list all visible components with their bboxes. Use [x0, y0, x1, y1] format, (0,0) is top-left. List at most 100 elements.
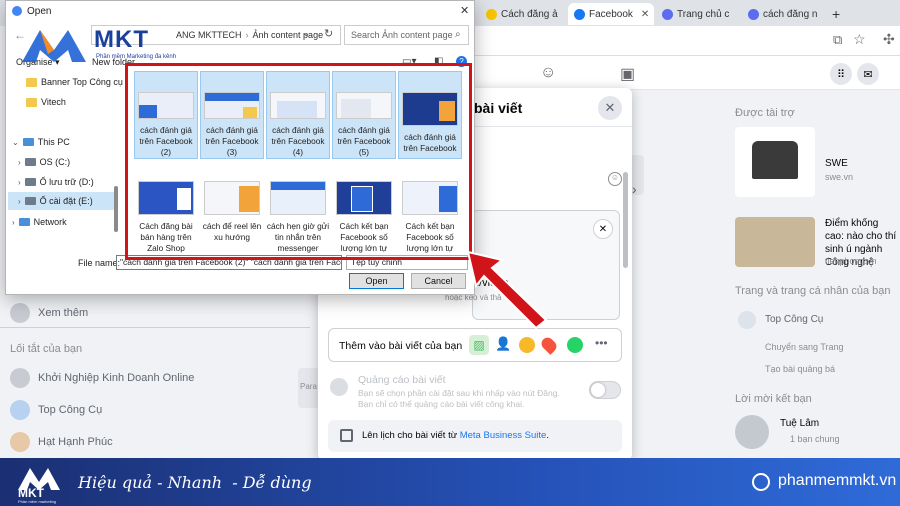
facebook-favicon-icon [574, 8, 585, 20]
browser-tab[interactable]: Cách đăng ả [480, 3, 566, 25]
extensions-icon[interactable]: ✣ [883, 31, 895, 48]
menu-grid-icon[interactable]: ⠿ [830, 63, 852, 85]
page-name[interactable]: Top Công Cụ [765, 313, 823, 326]
drive-icon [24, 158, 36, 166]
chrome-icon [12, 6, 22, 16]
chevron-right-icon: › [18, 196, 21, 206]
pages-heading: Trang và trang cá nhân của bạn [735, 285, 891, 297]
close-icon[interactable]: ✕ [460, 4, 469, 17]
tshirt-icon [752, 141, 798, 179]
tab-label: Trang chủ c [677, 8, 730, 20]
chevron-down-icon[interactable]: ⌄ [302, 28, 310, 39]
close-icon[interactable]: ✕ [593, 219, 613, 239]
file-name-label: File name: [78, 258, 121, 268]
schedule-suffix: . [546, 430, 549, 441]
shortcut-label: Top Công Cụ [38, 404, 103, 416]
friends-icon[interactable]: ☺ [540, 64, 556, 82]
feeling-icon[interactable] [519, 337, 535, 353]
chevron-right-icon[interactable]: › [632, 181, 637, 197]
shortcut-item[interactable]: Hạt Hạnh Phúc [10, 432, 113, 452]
open-button[interactable]: Open [349, 273, 404, 289]
tab-label: cách đăng n [763, 8, 818, 20]
banner-website[interactable]: phanmemmkt.vn [778, 472, 896, 490]
photo-icon[interactable]: ▨ [469, 335, 489, 355]
boost-title: Quảng cáo bài viết [358, 374, 446, 386]
new-tab-button[interactable]: + [826, 3, 846, 25]
ad-title[interactable]: SWE [825, 157, 848, 170]
meta-business-suite-link[interactable]: Meta Business Suite [460, 430, 547, 441]
tree-label: Ổ lưu trữ (D:) [39, 177, 94, 187]
banner-logo-text: MKT [18, 486, 44, 500]
tree-item[interactable]: ⌄ This PC [12, 137, 70, 147]
dialog-close-icon[interactable]: ✕ [598, 96, 622, 120]
path-segment[interactable]: Ảnh content page [253, 30, 324, 40]
avatar[interactable] [735, 415, 769, 449]
tree-item[interactable]: Banner Top Công cụ [26, 77, 123, 87]
search-input[interactable]: Search Ảnh content page ⌕ [344, 25, 469, 45]
see-more-label: Xem thêm [38, 307, 89, 319]
chevron-down-icon: ⌄ [12, 137, 19, 147]
avatar [10, 400, 30, 420]
cancel-button[interactable]: Cancel [411, 273, 466, 289]
tag-people-icon[interactable]: 👤 [495, 336, 511, 352]
more-icon[interactable]: ••• [595, 336, 608, 350]
switch-page-link[interactable]: Chuyển sang Trang [765, 341, 844, 354]
scrollbar[interactable] [114, 186, 118, 232]
schedule-prefix: Lên lịch cho bài viết từ [362, 430, 460, 441]
schedule-text: Lên lịch cho bài viết từ Meta Business S… [362, 430, 549, 441]
refresh-icon[interactable]: ↻ [324, 27, 333, 40]
location-icon[interactable] [539, 335, 559, 355]
dialog-title: bài viết [474, 100, 523, 116]
tree-item[interactable]: Vitech [26, 97, 66, 107]
tree-item[interactable]: › Ổ lưu trữ (D:) [18, 177, 94, 187]
tree-label: Network [33, 217, 67, 227]
page-avatar [738, 311, 756, 329]
tab-favicon-icon [662, 8, 673, 20]
plus-icon: + [832, 6, 841, 22]
toggle-knob [591, 383, 605, 397]
browser-tab[interactable]: Trang chủ c [656, 3, 740, 25]
emoji-icon[interactable]: ☺ [608, 172, 622, 186]
address-bar-area: ⧉ ☆ ✣ [475, 26, 900, 56]
chevron-right-icon: › [18, 177, 21, 187]
ad-domain: swe.vn [825, 172, 854, 182]
friend-name[interactable]: Tuệ Lâm [780, 417, 819, 430]
fb-left-column: Xem thêm Lối tắt của bạn Khởi Nghiệp Kin… [0, 295, 318, 458]
globe-icon [752, 473, 770, 491]
boost-toggle[interactable] [589, 381, 621, 399]
facebook-top-nav: ☺ ▣ ⠿ ✉ [475, 56, 900, 90]
tree-label: This PC [37, 137, 70, 147]
red-arrow-icon [466, 250, 548, 330]
cast-icon[interactable]: ⧉ [833, 32, 842, 48]
shortcut-label: Hạt Hạnh Phúc [38, 436, 113, 448]
messenger-icon[interactable]: ✉ [857, 63, 879, 85]
whatsapp-icon[interactable] [567, 337, 583, 353]
browser-tab-active[interactable]: Facebook ✕ [568, 3, 654, 25]
tab-favicon-icon [748, 8, 759, 20]
tree-item-selected[interactable]: › Ổ cài đặt (E:) [8, 192, 116, 210]
network-icon [18, 218, 30, 226]
tree-item[interactable]: › Network [12, 217, 67, 227]
tab-label: Cách đăng ả [501, 8, 558, 20]
path-segment[interactable]: ANG MKTTECH [176, 30, 242, 40]
bottom-banner: MKT Phần mềm marketing Hiệu quả - Nhanh … [0, 458, 900, 506]
shortcut-item[interactable]: Khởi Nghiệp Kinh Doanh Online [10, 368, 194, 388]
browser-tab[interactable]: cách đăng n [742, 3, 822, 25]
scrollbar[interactable] [623, 172, 628, 268]
gaming-icon[interactable]: ▣ [620, 64, 635, 84]
star-icon[interactable]: ☆ [853, 31, 866, 48]
banner-logo-sub: Phần mềm marketing [18, 499, 57, 504]
ad-domain: tienphong.vn [825, 256, 877, 266]
create-ad-link[interactable]: Tạo bài quảng bá [765, 363, 835, 376]
see-more-item[interactable]: Xem thêm [10, 303, 88, 323]
mkt-logo-icon [22, 30, 86, 62]
calendar-icon [340, 429, 353, 442]
tree-item[interactable]: › OS (C:) [18, 157, 70, 167]
tree-label: Banner Top Công cụ [41, 77, 123, 87]
shortcut-item[interactable]: Top Công Cụ [10, 400, 102, 420]
avatar [10, 432, 30, 452]
ad-image[interactable] [735, 217, 815, 267]
feed-snippet: Para [298, 368, 320, 408]
tab-close-icon[interactable]: ✕ [641, 9, 649, 20]
ad-image[interactable] [735, 127, 815, 197]
